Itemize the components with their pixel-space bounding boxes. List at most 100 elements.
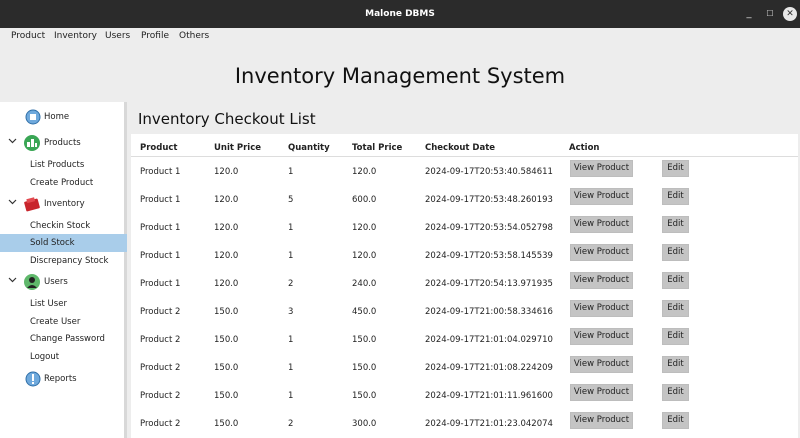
sidebar-label: Logout: [30, 352, 60, 362]
sidebar-label: Sold Stock: [30, 238, 75, 248]
column-header: Checkout Date: [425, 143, 496, 153]
edit-button[interactable]: Edit: [662, 160, 689, 177]
view-product-button[interactable]: View Product: [570, 244, 633, 261]
sidebar-label: List Products: [30, 160, 85, 170]
sidebar-item-checkin-stock[interactable]: Checkin Stock: [0, 217, 127, 235]
table-row: Product 1 120.0 1 120.0 2024-09-17T20:53:40.…: [131, 157, 798, 185]
sidebar-item-logout[interactable]: Logout: [0, 348, 127, 366]
sidebar-item-inventory[interactable]: Inventory: [0, 195, 127, 213]
sidebar-item-create-product[interactable]: Create Product: [0, 174, 127, 192]
unit-price-cell: 120.0: [214, 195, 239, 205]
chevron-down-icon[interactable]: [8, 136, 17, 145]
sidebar-item-reports[interactable]: Reports: [0, 370, 127, 388]
sidebar-item-products[interactable]: Products: [0, 134, 127, 152]
edit-button[interactable]: Edit: [662, 216, 689, 233]
sidebar-item-create-user[interactable]: Create User: [0, 313, 127, 331]
checkout-date-cell: 2024-09-17T21:01:04.029710: [425, 335, 553, 345]
edit-button[interactable]: Edit: [662, 188, 689, 205]
view-product-button[interactable]: View Product: [570, 328, 633, 345]
quantity-cell: 3: [288, 307, 294, 317]
maximize-icon[interactable]: ☐: [763, 7, 777, 21]
unit-price-cell: 150.0: [214, 335, 239, 345]
edit-button[interactable]: Edit: [662, 412, 689, 429]
quantity-cell: 2: [288, 279, 294, 289]
total-price-cell: 120.0: [352, 167, 377, 177]
sidebar-item-list-user[interactable]: List User: [0, 295, 127, 313]
sidebar-item-sold-stock[interactable]: Sold Stock: [0, 234, 127, 252]
chevron-down-icon[interactable]: [8, 275, 17, 284]
view-product-button[interactable]: View Product: [570, 188, 633, 205]
main-panel: Inventory Checkout List Product Unit Pri…: [130, 102, 800, 438]
edit-button[interactable]: Edit: [662, 272, 689, 289]
products-icon: [24, 135, 40, 151]
unit-price-cell: 120.0: [214, 167, 239, 177]
total-price-cell: 600.0: [352, 195, 377, 205]
view-product-button[interactable]: View Product: [570, 300, 633, 317]
minimize-icon[interactable]: _: [742, 7, 756, 21]
checkout-date-cell: 2024-09-17T21:01:11.961600: [425, 391, 553, 401]
view-product-button[interactable]: View Product: [570, 356, 633, 373]
checkout-date-cell: 2024-09-17T20:53:48.260193: [425, 195, 553, 205]
quantity-cell: 1: [288, 335, 294, 345]
menu-users[interactable]: Users: [105, 31, 130, 41]
table-row: Product 1 120.0 2 240.0 2024-09-17T20:54:13.…: [131, 269, 798, 297]
window-titlebar: Malone DBMS _ ☐ ✕: [0, 0, 800, 28]
edit-button[interactable]: Edit: [662, 384, 689, 401]
view-product-button[interactable]: View Product: [570, 384, 633, 401]
app-header: Inventory Management System: [0, 44, 800, 102]
unit-price-cell: 120.0: [214, 251, 239, 261]
sidebar-label: Create User: [30, 317, 81, 327]
table-row: Product 2 150.0 1 150.0 2024-09-17T21:01:11.…: [131, 381, 798, 409]
sidebar-item-home[interactable]: Home: [0, 108, 127, 126]
total-price-cell: 120.0: [352, 223, 377, 233]
menu-inventory[interactable]: Inventory: [54, 31, 97, 41]
quantity-cell: 2: [288, 419, 294, 429]
product-cell: Product 1: [140, 195, 181, 205]
sidebar-label: Reports: [44, 374, 77, 384]
home-icon: [25, 109, 41, 125]
sidebar-label: Home: [44, 112, 70, 122]
checkout-date-cell: 2024-09-17T20:53:58.145539: [425, 251, 553, 261]
view-product-button[interactable]: View Product: [570, 216, 633, 233]
total-price-cell: 150.0: [352, 363, 377, 373]
quantity-cell: 1: [288, 167, 294, 177]
sidebar-label: Create Product: [30, 178, 94, 188]
sidebar-tree: Home Products List Products Create Produ…: [0, 102, 127, 438]
quantity-cell: 1: [288, 251, 294, 261]
inventory-icon: [24, 197, 40, 212]
sidebar-label: Inventory: [44, 199, 85, 209]
quantity-cell: 5: [288, 195, 294, 205]
sidebar-item-discrepancy-stock[interactable]: Discrepancy Stock: [0, 252, 127, 270]
sidebar-label: List User: [30, 299, 67, 309]
sidebar-item-change-password[interactable]: Change Password: [0, 330, 127, 348]
edit-button[interactable]: Edit: [662, 328, 689, 345]
close-icon[interactable]: ✕: [783, 7, 797, 21]
total-price-cell: 150.0: [352, 335, 377, 345]
view-product-button[interactable]: View Product: [570, 412, 633, 429]
total-price-cell: 120.0: [352, 251, 377, 261]
sidebar-item-list-products[interactable]: List Products: [0, 156, 127, 174]
unit-price-cell: 120.0: [214, 223, 239, 233]
total-price-cell: 240.0: [352, 279, 377, 289]
user-icon: [24, 274, 40, 290]
quantity-cell: 1: [288, 223, 294, 233]
product-cell: Product 2: [140, 363, 181, 373]
view-product-button[interactable]: View Product: [570, 272, 633, 289]
edit-button[interactable]: Edit: [662, 244, 689, 261]
unit-price-cell: 150.0: [214, 419, 239, 429]
checkout-date-cell: 2024-09-17T20:54:13.971935: [425, 279, 553, 289]
menu-profile[interactable]: Profile: [141, 31, 169, 41]
checkout-date-cell: 2024-09-17T21:00:58.334616: [425, 307, 553, 317]
checkout-date-cell: 2024-09-17T20:53:40.584611: [425, 167, 553, 177]
table-row: Product 2 150.0 1 150.0 2024-09-17T21:01:04.…: [131, 325, 798, 353]
edit-button[interactable]: Edit: [662, 356, 689, 373]
sidebar-label: Users: [44, 277, 68, 287]
sidebar-item-users[interactable]: Users: [0, 273, 127, 291]
view-product-button[interactable]: View Product: [570, 160, 633, 177]
edit-button[interactable]: Edit: [662, 300, 689, 317]
chevron-down-icon[interactable]: [8, 197, 17, 206]
total-price-cell: 300.0: [352, 419, 377, 429]
table-row: Product 2 150.0 1 150.0 2024-09-17T21:01:08.…: [131, 353, 798, 381]
menu-others[interactable]: Others: [179, 31, 209, 41]
menu-product[interactable]: Product: [11, 31, 45, 41]
